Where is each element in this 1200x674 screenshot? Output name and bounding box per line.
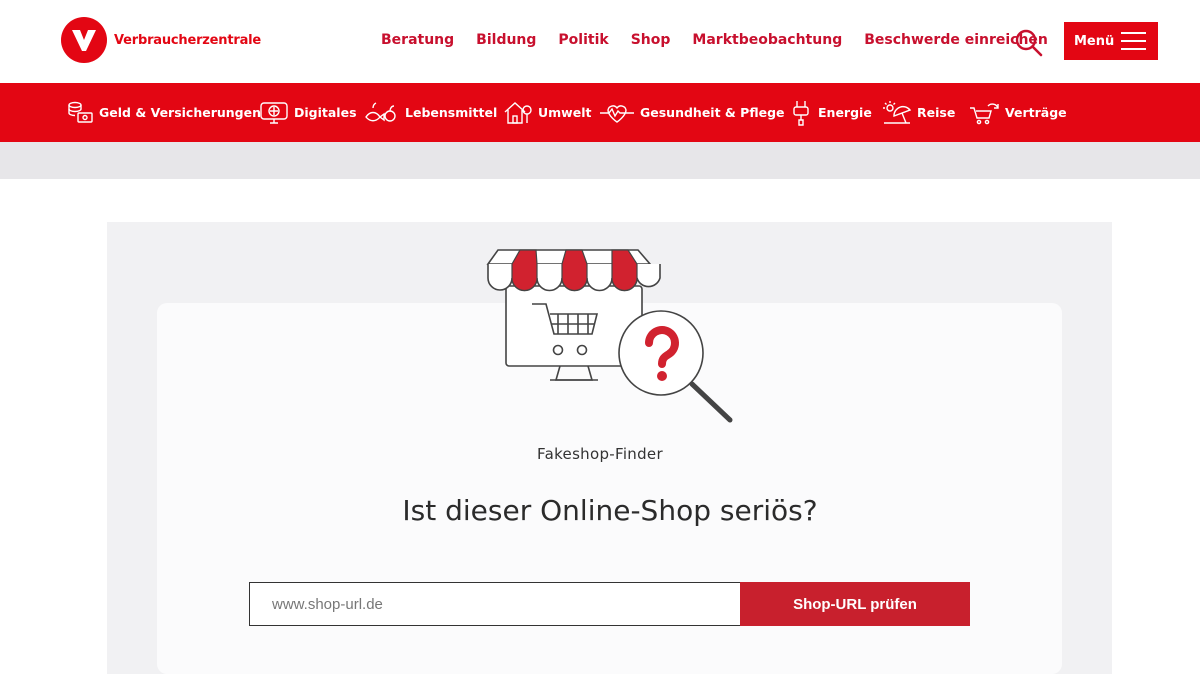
category-gesundheit[interactable]: Gesundheit & Pflege xyxy=(599,83,785,142)
category-label: Reise xyxy=(917,105,956,120)
category-umwelt[interactable]: Umwelt xyxy=(503,83,591,142)
finder-headline: Ist dieser Online-Shop seriös? xyxy=(402,494,818,527)
category-label: Digitales xyxy=(294,105,357,120)
category-label: Geld & Versicherungen xyxy=(99,105,262,120)
nav-politik[interactable]: Politik xyxy=(558,32,608,48)
category-reise[interactable]: Reise xyxy=(882,83,955,142)
category-label: Energie xyxy=(818,105,872,120)
category-bar: Geld & Versicherungen Digitales Lebensmi… xyxy=(0,83,1200,142)
nav-beratung[interactable]: Beratung xyxy=(381,32,454,48)
nav-marktbeobachtung[interactable]: Marktbeobachtung xyxy=(692,32,842,48)
category-vertraege[interactable]: Verträge xyxy=(968,83,1067,142)
category-lebensmittel[interactable]: Lebensmittel xyxy=(364,83,497,142)
category-label: Lebensmittel xyxy=(405,105,498,120)
heartbeat-icon xyxy=(600,104,634,123)
fakeshop-illustration-icon xyxy=(486,249,733,423)
house-tree-icon xyxy=(504,101,532,124)
logo-text: Verbraucherzentrale xyxy=(114,32,262,48)
category-label: Verträge xyxy=(1005,105,1067,120)
category-geld[interactable]: Geld & Versicherungen xyxy=(66,83,261,142)
shop-magnifier-illustration xyxy=(478,246,738,426)
sun-umbrella-icon xyxy=(883,100,912,124)
hamburger-icon xyxy=(1121,32,1146,50)
category-energie[interactable]: Energie xyxy=(789,83,872,142)
menu-button-label: Menü xyxy=(1074,33,1115,49)
menu-button[interactable]: Menü xyxy=(1064,22,1158,60)
logo-v-icon xyxy=(61,17,107,63)
food-icon xyxy=(365,101,396,122)
nav-shop[interactable]: Shop xyxy=(631,32,671,48)
top-navigation: Beratung Bildung Politik Shop Marktbeoba… xyxy=(381,32,1070,48)
nav-bildung[interactable]: Bildung xyxy=(476,32,536,48)
check-shop-url-button[interactable]: Shop-URL prüfen xyxy=(740,582,970,626)
site-header: Verbraucherzentrale Beratung Bildung Pol… xyxy=(0,0,1200,83)
shop-url-input[interactable] xyxy=(249,582,741,626)
search-button[interactable] xyxy=(1013,27,1045,59)
breadcrumb-strip xyxy=(0,142,1200,179)
monitor-icon xyxy=(260,101,288,124)
search-icon xyxy=(1015,29,1043,57)
category-label: Gesundheit & Pflege xyxy=(640,105,785,120)
cart-refresh-icon xyxy=(970,102,999,124)
coins-icon xyxy=(68,101,93,123)
logo-link[interactable]: Verbraucherzentrale xyxy=(61,17,261,63)
finder-eyebrow: Fakeshop-Finder xyxy=(537,445,663,463)
category-digitales[interactable]: Digitales xyxy=(259,83,357,142)
category-label: Umwelt xyxy=(538,105,592,120)
plug-icon xyxy=(793,100,809,126)
